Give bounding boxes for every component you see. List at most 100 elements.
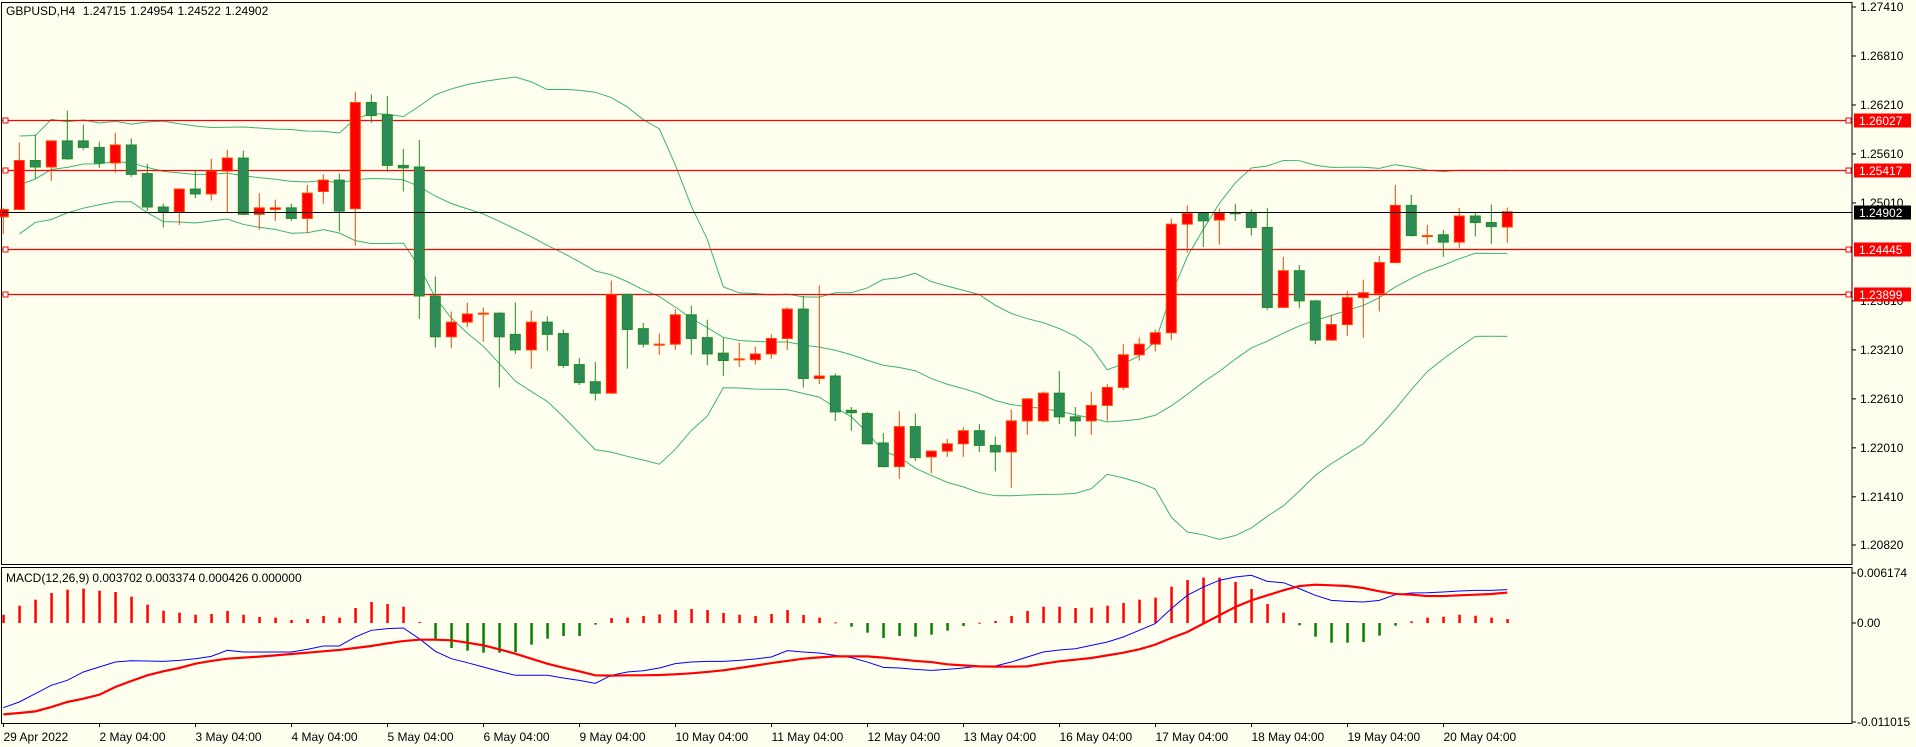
candle-body bbox=[749, 353, 761, 361]
macd-histogram-bar bbox=[722, 612, 725, 623]
candle-body bbox=[109, 144, 121, 164]
macd-histogram-bar bbox=[1042, 606, 1045, 623]
chart-canvas[interactable]: 1.274101.268101.262101.256101.250101.238… bbox=[0, 0, 1916, 747]
candle-body bbox=[509, 333, 521, 351]
candle-body bbox=[797, 308, 809, 379]
macd-histogram-bar bbox=[1282, 612, 1285, 623]
macd-histogram-bar bbox=[930, 623, 933, 635]
time-axis-label: 3 May 04:00 bbox=[196, 730, 262, 744]
macd-histogram-bar bbox=[178, 612, 181, 623]
level-line-handle-right[interactable] bbox=[1845, 291, 1852, 298]
candle-body bbox=[477, 312, 489, 315]
level-line-handle-left[interactable] bbox=[2, 117, 9, 124]
candle-body bbox=[1421, 235, 1433, 238]
level-line-handle-left[interactable] bbox=[2, 167, 9, 174]
candle-body bbox=[605, 293, 617, 394]
current-price-label: 1.24902 bbox=[1859, 206, 1903, 220]
time-axis-label: 9 May 04:00 bbox=[580, 730, 646, 744]
price-axis-label: 1.21410 bbox=[1860, 490, 1904, 504]
candle-body bbox=[1437, 234, 1449, 243]
price-axis-label: 1.22610 bbox=[1860, 392, 1904, 406]
time-axis-label: 13 May 04:00 bbox=[964, 730, 1037, 744]
candle-body bbox=[397, 164, 409, 169]
candle-body bbox=[77, 140, 89, 148]
level-line-handle-left[interactable] bbox=[2, 246, 9, 253]
macd-histogram-bar bbox=[834, 622, 837, 624]
macd-histogram-bar bbox=[594, 623, 597, 625]
macd-histogram-bar bbox=[98, 590, 101, 623]
macd-histogram-bar bbox=[274, 617, 277, 623]
bullish-candle bbox=[605, 280, 617, 394]
candle-body bbox=[1469, 215, 1481, 224]
macd-histogram-bar bbox=[514, 623, 517, 653]
candle-body bbox=[1277, 270, 1289, 308]
macd-histogram-bar bbox=[1234, 581, 1237, 623]
macd-histogram-bar bbox=[386, 603, 389, 623]
macd-value-1: 0.003702 bbox=[92, 571, 143, 585]
macd-histogram-bar bbox=[1026, 611, 1029, 623]
macd-histogram-bar bbox=[1378, 623, 1381, 636]
bearish-candle bbox=[557, 329, 569, 368]
candle-body bbox=[0, 208, 9, 218]
candle-body bbox=[541, 321, 553, 335]
candle-body bbox=[589, 381, 601, 394]
candle-body bbox=[1101, 386, 1113, 406]
time-axis-label: 6 May 04:00 bbox=[484, 730, 550, 744]
candle-body bbox=[557, 333, 569, 366]
candle-body bbox=[1373, 262, 1385, 295]
candle-body bbox=[1069, 416, 1081, 422]
candle-body bbox=[893, 426, 905, 468]
macd-histogram-bar bbox=[1442, 616, 1445, 623]
level-price-label: 1.23899 bbox=[1859, 288, 1903, 302]
high-value: 1.24954 bbox=[130, 4, 174, 18]
macd-histogram-bar bbox=[1202, 577, 1205, 623]
candle-body bbox=[525, 321, 537, 351]
macd-histogram-bar bbox=[770, 613, 773, 623]
macd-axis-label: 0.00 bbox=[1857, 616, 1881, 630]
candle-body bbox=[765, 337, 777, 355]
time-axis-label: 10 May 04:00 bbox=[676, 730, 749, 744]
candle-body bbox=[301, 192, 313, 219]
macd-histogram-bar bbox=[194, 614, 197, 623]
candle-body bbox=[1309, 300, 1321, 341]
time-axis-label: 18 May 04:00 bbox=[1252, 730, 1325, 744]
macd-histogram-bar bbox=[882, 623, 885, 638]
macd-histogram-bar bbox=[562, 623, 565, 636]
macd-histogram-bar bbox=[1458, 614, 1461, 623]
candle-body bbox=[1341, 297, 1353, 326]
macd-histogram-bar bbox=[898, 623, 901, 636]
time-axis-label: 17 May 04:00 bbox=[1156, 730, 1229, 744]
candle-body bbox=[221, 157, 233, 172]
macd-histogram-bar bbox=[1074, 608, 1077, 623]
price-axis-label: 1.22010 bbox=[1860, 441, 1904, 455]
level-price-label: 1.26027 bbox=[1859, 114, 1903, 128]
level-line-handle-left[interactable] bbox=[2, 291, 9, 298]
macd-value-3: 0.000426 bbox=[198, 571, 249, 585]
candle-body bbox=[1213, 212, 1225, 221]
time-axis-label: 5 May 04:00 bbox=[388, 730, 454, 744]
macd-histogram-bar bbox=[578, 623, 581, 636]
candle-body bbox=[13, 159, 25, 210]
macd-histogram-bar bbox=[850, 623, 853, 627]
price-axis-label: 1.27410 bbox=[1860, 0, 1904, 14]
candle-body bbox=[1245, 213, 1257, 228]
level-line-handle-right[interactable] bbox=[1845, 117, 1852, 124]
time-axis-label: 2 May 04:00 bbox=[100, 730, 166, 744]
macd-histogram-bar bbox=[242, 614, 245, 623]
price-axis-label: 1.20820 bbox=[1860, 538, 1904, 552]
macd-histogram-bar bbox=[338, 617, 341, 623]
candle-body bbox=[285, 207, 297, 219]
level-line-handle-right[interactable] bbox=[1845, 246, 1852, 253]
candle-body bbox=[637, 328, 649, 345]
candle-body bbox=[1357, 292, 1369, 299]
macd-histogram-bar bbox=[114, 591, 117, 623]
candle-body bbox=[861, 413, 873, 445]
macd-histogram-bar bbox=[130, 596, 133, 623]
candle-body bbox=[1261, 226, 1273, 308]
level-price-label: 1.24445 bbox=[1859, 243, 1903, 257]
macd-histogram-bar bbox=[1010, 615, 1013, 623]
level-line-handle-right[interactable] bbox=[1845, 167, 1852, 174]
candle-body bbox=[1453, 215, 1465, 243]
macd-histogram-bar bbox=[1090, 607, 1093, 623]
candle-body bbox=[989, 444, 1001, 453]
